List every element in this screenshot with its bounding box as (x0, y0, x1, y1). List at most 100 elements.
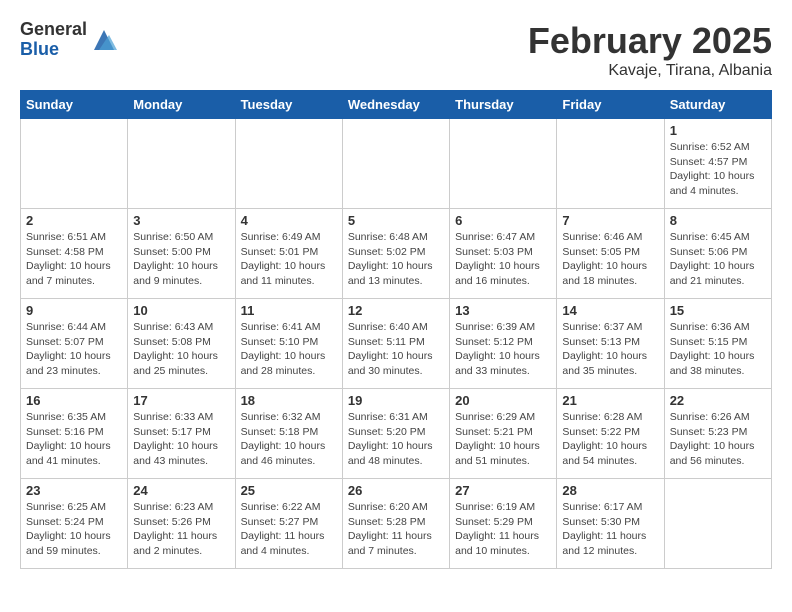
calendar-cell: 25 Sunrise: 6:22 AM Sunset: 5:27 PM Dayli… (235, 479, 342, 569)
day-info: Sunrise: 6:36 AM Sunset: 5:15 PM Dayligh… (670, 320, 766, 379)
day-number: 7 (562, 213, 658, 228)
day-number: 2 (26, 213, 122, 228)
day-number: 17 (133, 393, 229, 408)
calendar-cell: 21 Sunrise: 6:28 AM Sunset: 5:22 PM Dayli… (557, 389, 664, 479)
calendar-cell: 23 Sunrise: 6:25 AM Sunset: 5:24 PM Dayli… (21, 479, 128, 569)
day-number: 16 (26, 393, 122, 408)
day-info: Sunrise: 6:39 AM Sunset: 5:12 PM Dayligh… (455, 320, 551, 379)
calendar-cell (342, 119, 449, 209)
day-number: 15 (670, 303, 766, 318)
day-info: Sunrise: 6:49 AM Sunset: 5:01 PM Dayligh… (241, 230, 337, 289)
header-row: SundayMondayTuesdayWednesdayThursdayFrid… (21, 91, 772, 119)
day-header-monday: Monday (128, 91, 235, 119)
logo-blue: Blue (20, 40, 87, 60)
week-row-5: 23 Sunrise: 6:25 AM Sunset: 5:24 PM Dayli… (21, 479, 772, 569)
day-number: 25 (241, 483, 337, 498)
month-title: February 2025 (528, 20, 772, 62)
calendar-cell: 24 Sunrise: 6:23 AM Sunset: 5:26 PM Dayli… (128, 479, 235, 569)
calendar-cell: 4 Sunrise: 6:49 AM Sunset: 5:01 PM Daylig… (235, 209, 342, 299)
day-number: 26 (348, 483, 444, 498)
calendar-cell: 7 Sunrise: 6:46 AM Sunset: 5:05 PM Daylig… (557, 209, 664, 299)
day-info: Sunrise: 6:20 AM Sunset: 5:28 PM Dayligh… (348, 500, 444, 559)
day-info: Sunrise: 6:52 AM Sunset: 4:57 PM Dayligh… (670, 140, 766, 199)
day-number: 11 (241, 303, 337, 318)
calendar-cell: 6Sunrise: 6:47 AM Sunset: 5:03 PM Daylig… (450, 209, 557, 299)
calendar-cell: 1 Sunrise: 6:52 AM Sunset: 4:57 PM Daylig… (664, 119, 771, 209)
day-header-thursday: Thursday (450, 91, 557, 119)
calendar-cell (21, 119, 128, 209)
day-info: Sunrise: 6:35 AM Sunset: 5:16 PM Dayligh… (26, 410, 122, 469)
calendar-cell (557, 119, 664, 209)
day-number: 27 (455, 483, 551, 498)
day-info: Sunrise: 6:51 AM Sunset: 4:58 PM Dayligh… (26, 230, 122, 289)
day-number: 5 (348, 213, 444, 228)
calendar-cell: 26 Sunrise: 6:20 AM Sunset: 5:28 PM Dayli… (342, 479, 449, 569)
week-row-3: 9Sunrise: 6:44 AM Sunset: 5:07 PM Daylig… (21, 299, 772, 389)
day-info: Sunrise: 6:19 AM Sunset: 5:29 PM Dayligh… (455, 500, 551, 559)
calendar-cell: 13 Sunrise: 6:39 AM Sunset: 5:12 PM Dayli… (450, 299, 557, 389)
day-info: Sunrise: 6:48 AM Sunset: 5:02 PM Dayligh… (348, 230, 444, 289)
day-number: 14 (562, 303, 658, 318)
day-number: 4 (241, 213, 337, 228)
calendar-cell (664, 479, 771, 569)
day-number: 24 (133, 483, 229, 498)
calendar-cell (235, 119, 342, 209)
day-number: 10 (133, 303, 229, 318)
logo: General Blue (20, 20, 119, 60)
calendar-cell: 10 Sunrise: 6:43 AM Sunset: 5:08 PM Dayli… (128, 299, 235, 389)
calendar-cell: 8 Sunrise: 6:45 AM Sunset: 5:06 PM Daylig… (664, 209, 771, 299)
day-info: Sunrise: 6:26 AM Sunset: 5:23 PM Dayligh… (670, 410, 766, 469)
day-info: Sunrise: 6:46 AM Sunset: 5:05 PM Dayligh… (562, 230, 658, 289)
day-info: Sunrise: 6:32 AM Sunset: 5:18 PM Dayligh… (241, 410, 337, 469)
week-row-2: 2 Sunrise: 6:51 AM Sunset: 4:58 PM Daylig… (21, 209, 772, 299)
day-number: 23 (26, 483, 122, 498)
day-number: 19 (348, 393, 444, 408)
calendar-cell: 12 Sunrise: 6:40 AM Sunset: 5:11 PM Dayli… (342, 299, 449, 389)
calendar-cell: 11 Sunrise: 6:41 AM Sunset: 5:10 PM Dayli… (235, 299, 342, 389)
day-number: 1 (670, 123, 766, 138)
day-info: Sunrise: 6:28 AM Sunset: 5:22 PM Dayligh… (562, 410, 658, 469)
day-number: 3 (133, 213, 229, 228)
day-header-friday: Friday (557, 91, 664, 119)
calendar-cell: 17 Sunrise: 6:33 AM Sunset: 5:17 PM Dayli… (128, 389, 235, 479)
day-number: 8 (670, 213, 766, 228)
day-info: Sunrise: 6:43 AM Sunset: 5:08 PM Dayligh… (133, 320, 229, 379)
day-info: Sunrise: 6:40 AM Sunset: 5:11 PM Dayligh… (348, 320, 444, 379)
day-number: 20 (455, 393, 551, 408)
day-header-sunday: Sunday (21, 91, 128, 119)
calendar-cell: 16 Sunrise: 6:35 AM Sunset: 5:16 PM Dayli… (21, 389, 128, 479)
calendar-cell: 9Sunrise: 6:44 AM Sunset: 5:07 PM Daylig… (21, 299, 128, 389)
calendar-cell: 3Sunrise: 6:50 AM Sunset: 5:00 PM Daylig… (128, 209, 235, 299)
calendar-cell (450, 119, 557, 209)
day-number: 21 (562, 393, 658, 408)
calendar-cell: 22Sunrise: 6:26 AM Sunset: 5:23 PM Dayli… (664, 389, 771, 479)
day-header-saturday: Saturday (664, 91, 771, 119)
day-number: 13 (455, 303, 551, 318)
day-info: Sunrise: 6:33 AM Sunset: 5:17 PM Dayligh… (133, 410, 229, 469)
day-number: 18 (241, 393, 337, 408)
calendar-cell: 20 Sunrise: 6:29 AM Sunset: 5:21 PM Dayli… (450, 389, 557, 479)
logo-icon (89, 25, 119, 55)
day-info: Sunrise: 6:41 AM Sunset: 5:10 PM Dayligh… (241, 320, 337, 379)
calendar-cell (128, 119, 235, 209)
day-info: Sunrise: 6:45 AM Sunset: 5:06 PM Dayligh… (670, 230, 766, 289)
week-row-1: 1 Sunrise: 6:52 AM Sunset: 4:57 PM Daylig… (21, 119, 772, 209)
page-header: General Blue February 2025 Kavaje, Tiran… (20, 20, 772, 80)
day-number: 12 (348, 303, 444, 318)
day-header-wednesday: Wednesday (342, 91, 449, 119)
week-row-4: 16 Sunrise: 6:35 AM Sunset: 5:16 PM Dayli… (21, 389, 772, 479)
calendar-cell: 18 Sunrise: 6:32 AM Sunset: 5:18 PM Dayli… (235, 389, 342, 479)
calendar-cell: 14 Sunrise: 6:37 AM Sunset: 5:13 PM Dayli… (557, 299, 664, 389)
calendar-table: SundayMondayTuesdayWednesdayThursdayFrid… (20, 90, 772, 569)
calendar-cell: 27 Sunrise: 6:19 AM Sunset: 5:29 PM Dayli… (450, 479, 557, 569)
day-info: Sunrise: 6:23 AM Sunset: 5:26 PM Dayligh… (133, 500, 229, 559)
day-info: Sunrise: 6:22 AM Sunset: 5:27 PM Dayligh… (241, 500, 337, 559)
day-number: 28 (562, 483, 658, 498)
day-info: Sunrise: 6:44 AM Sunset: 5:07 PM Dayligh… (26, 320, 122, 379)
day-info: Sunrise: 6:37 AM Sunset: 5:13 PM Dayligh… (562, 320, 658, 379)
day-info: Sunrise: 6:29 AM Sunset: 5:21 PM Dayligh… (455, 410, 551, 469)
day-info: Sunrise: 6:47 AM Sunset: 5:03 PM Dayligh… (455, 230, 551, 289)
location-title: Kavaje, Tirana, Albania (528, 62, 772, 80)
day-info: Sunrise: 6:25 AM Sunset: 5:24 PM Dayligh… (26, 500, 122, 559)
day-info: Sunrise: 6:31 AM Sunset: 5:20 PM Dayligh… (348, 410, 444, 469)
